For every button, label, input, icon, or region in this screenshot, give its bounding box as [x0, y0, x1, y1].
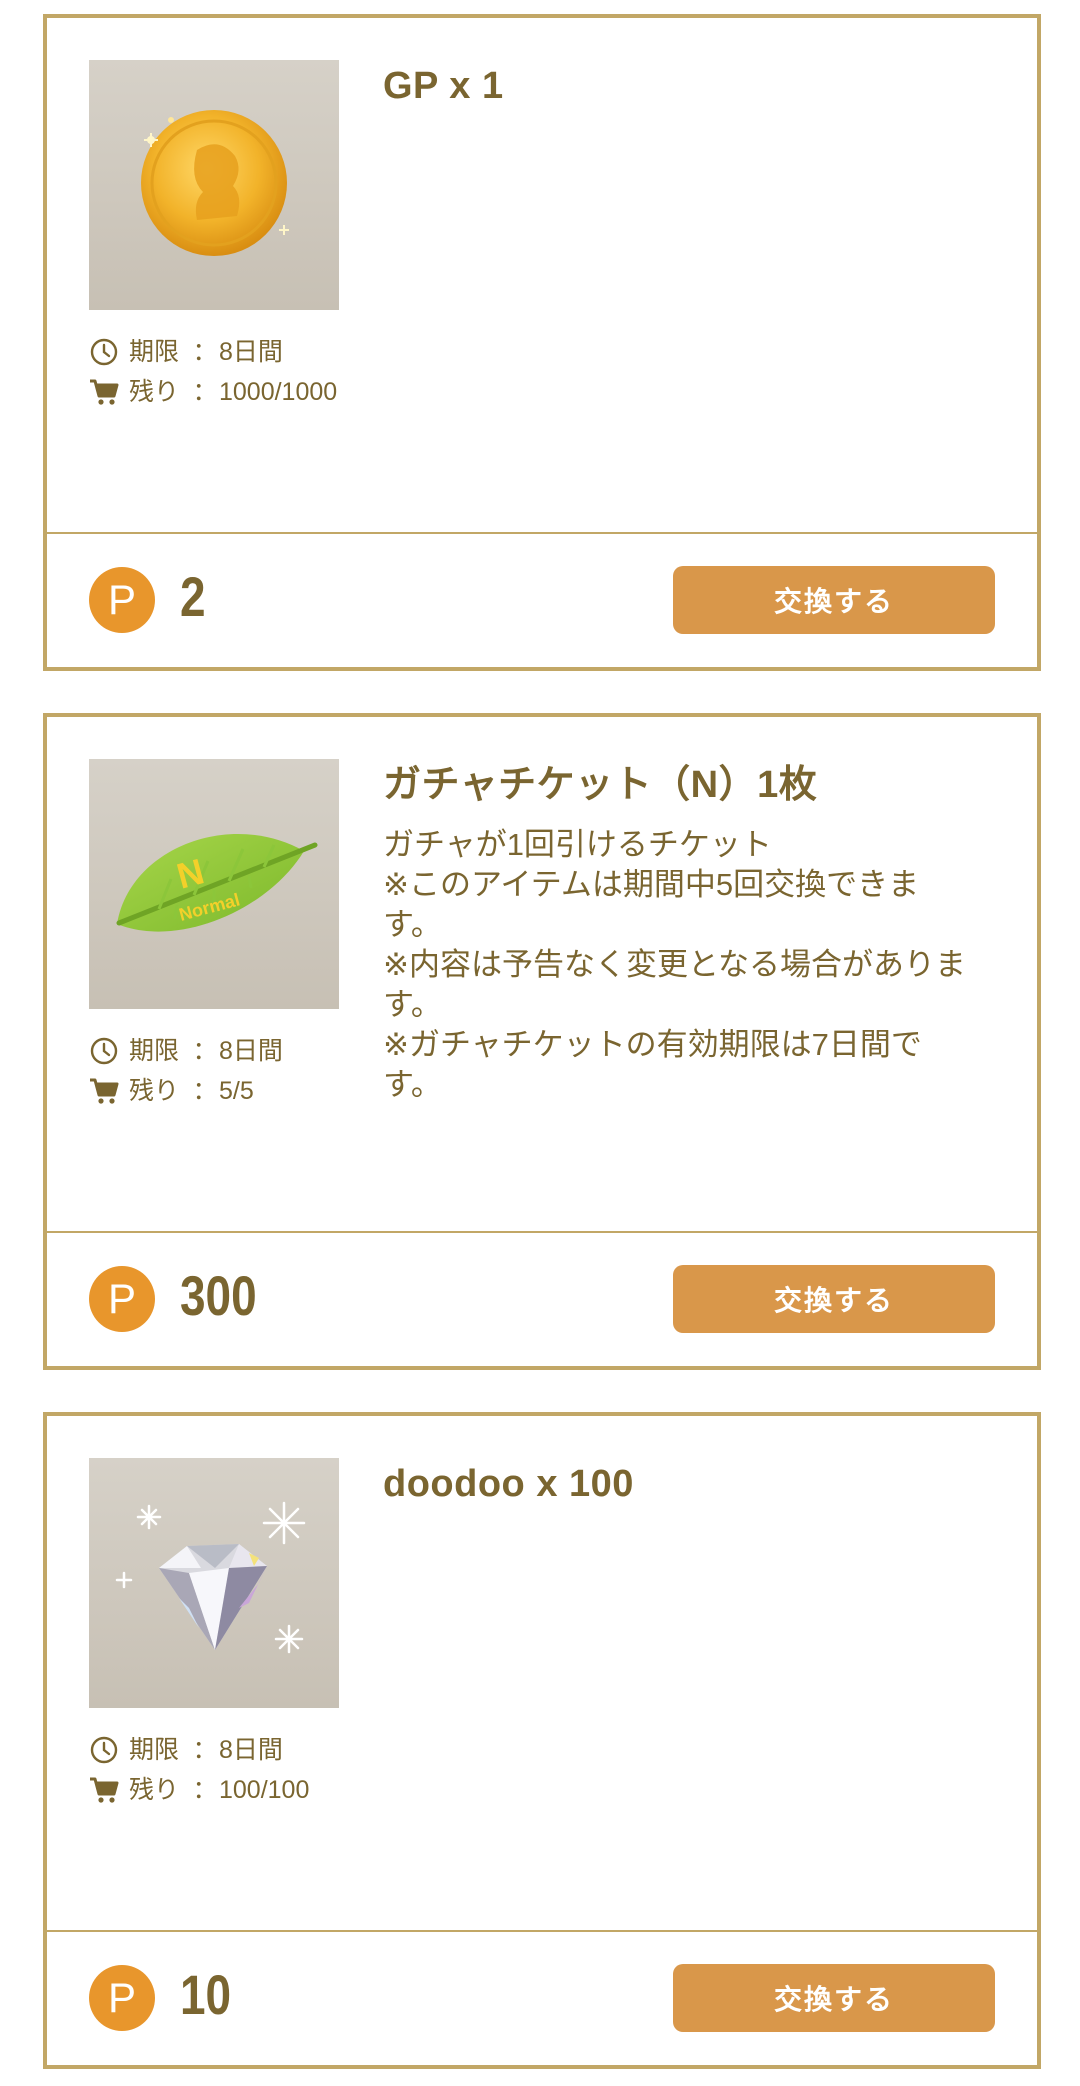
period-value: 8日間: [219, 1037, 283, 1065]
item-image-gold-coin: [89, 60, 339, 310]
separator: ：: [192, 1077, 218, 1105]
price-value: 300: [180, 1264, 257, 1327]
exchange-button[interactable]: 交換する: [673, 1265, 995, 1333]
period-row: 期限 ： 8日間: [89, 332, 337, 372]
period-value: 8日間: [219, 338, 283, 366]
item-card: 期限 ： 8日間 残り ： 1000/1000 GP x 1 P 2 交換する: [43, 14, 1041, 671]
separator: ：: [192, 1736, 218, 1764]
item-info: doodoo x 100: [383, 1458, 1003, 1510]
exchange-button[interactable]: 交換する: [673, 1964, 995, 2032]
separator: ：: [192, 338, 218, 366]
item-title: ガチャチケット（N）1枚: [383, 764, 818, 806]
period-value: 8日間: [219, 1736, 283, 1764]
remaining-value: 1000/1000: [219, 378, 338, 406]
cart-icon: [89, 1076, 119, 1106]
item-card-footer: P 10 交換する: [47, 1932, 1037, 2065]
points-icon: P: [89, 1266, 155, 1332]
price-value: 2: [180, 565, 206, 628]
remaining-label: 残り: [129, 1077, 180, 1105]
points-icon: P: [89, 1965, 155, 2031]
cart-icon: [89, 377, 119, 407]
item-info: GP x 1: [383, 60, 1003, 112]
remaining-value: 100/100: [219, 1776, 310, 1804]
item-image-normal-leaf: N Normal: [89, 759, 339, 1009]
item-meta: 期限 ： 8日間 残り ： 100/100: [89, 1730, 309, 1810]
separator: ：: [192, 378, 218, 406]
price-value: 10: [180, 1963, 232, 2026]
item-meta: 期限 ： 8日間 残り ： 1000/1000: [89, 332, 337, 412]
period-row: 期限 ： 8日間: [89, 1730, 309, 1770]
clock-icon: [89, 1735, 119, 1765]
clock-icon: [89, 337, 119, 367]
item-title: GP x 1: [383, 65, 504, 107]
item-card: 期限 ： 8日間 残り ： 100/100 doodoo x 100 P 10 …: [43, 1412, 1041, 2069]
item-card-body: N Normal 期限 ： 8日間 残り ： 5/5 ガチャチケット（N）1枚 …: [47, 717, 1037, 1233]
period-row: 期限 ： 8日間: [89, 1031, 283, 1071]
period-label: 期限: [129, 338, 180, 366]
item-description: ガチャが1回引けるチケット ※このアイテムは期間中5回交換できま す。 ※内容は…: [383, 827, 967, 1102]
item-info: ガチャチケット（N）1枚 ガチャが1回引けるチケット ※このアイテムは期間中5回…: [383, 759, 1003, 1105]
exchange-button[interactable]: 交換する: [673, 566, 995, 634]
item-card: N Normal 期限 ： 8日間 残り ： 5/5 ガチャチケット（N）1枚 …: [43, 713, 1041, 1370]
cart-icon: [89, 1775, 119, 1805]
period-label: 期限: [129, 1736, 180, 1764]
item-title: doodoo x 100: [383, 1463, 634, 1505]
item-image-diamond: [89, 1458, 339, 1708]
clock-icon: [89, 1036, 119, 1066]
period-label: 期限: [129, 1037, 180, 1065]
separator: ：: [192, 1037, 218, 1065]
points-icon: P: [89, 567, 155, 633]
remaining-row: 残り ： 1000/1000: [89, 372, 337, 412]
separator: ：: [192, 1776, 218, 1804]
remaining-label: 残り: [129, 378, 180, 406]
item-card-footer: P 300 交換する: [47, 1233, 1037, 1366]
remaining-label: 残り: [129, 1776, 180, 1804]
remaining-value: 5/5: [219, 1077, 254, 1105]
item-card-body: 期限 ： 8日間 残り ： 1000/1000 GP x 1: [47, 18, 1037, 534]
item-card-body: 期限 ： 8日間 残り ： 100/100 doodoo x 100: [47, 1416, 1037, 1932]
item-card-footer: P 2 交換する: [47, 534, 1037, 667]
remaining-row: 残り ： 5/5: [89, 1071, 283, 1111]
remaining-row: 残り ： 100/100: [89, 1770, 309, 1810]
item-meta: 期限 ： 8日間 残り ： 5/5: [89, 1031, 283, 1111]
